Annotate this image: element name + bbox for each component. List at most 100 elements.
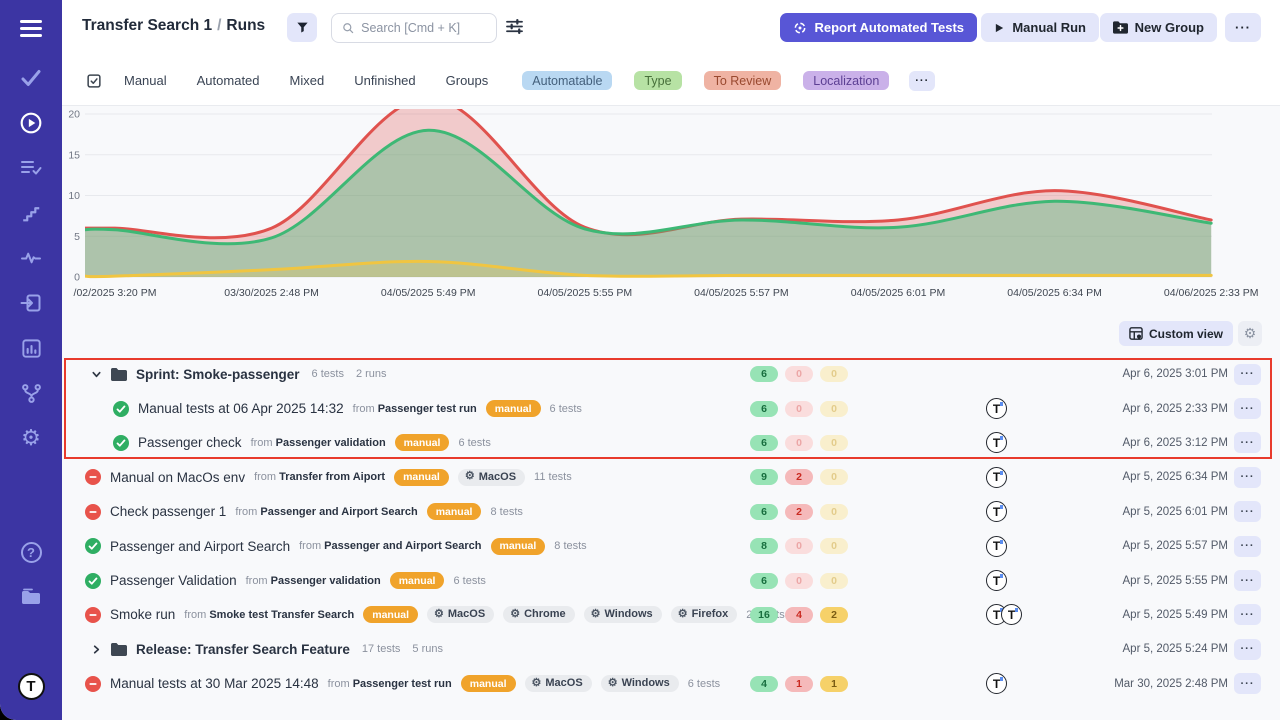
custom-view-button[interactable]: Custom view [1119, 321, 1233, 346]
group-row[interactable]: Sprint: Smoke-passenger6 tests2 runs600A… [62, 357, 1280, 391]
search-input[interactable] [361, 21, 486, 35]
sidebar-nav: ⚙ [18, 65, 44, 451]
environment-pill-chrome: ⚙Chrome [503, 606, 574, 623]
row-menu-button[interactable]: ··· [1234, 398, 1261, 419]
run-row[interactable]: Manual tests at 06 Apr 2025 14:32 from Pa… [62, 391, 1280, 425]
failed-count-badge: 1 [785, 676, 813, 692]
run-type-tag: manual [390, 572, 445, 589]
y-tick-label: 10 [68, 190, 80, 202]
run-title[interactable]: Passenger and Airport Search [110, 539, 290, 554]
breadcrumb-separator: / [217, 17, 221, 34]
collapse-group-button[interactable] [91, 369, 102, 380]
result-badges: 800 [750, 538, 848, 554]
group-row[interactable]: Release: Transfer Search Feature17 tests… [62, 632, 1280, 666]
passed-count-badge: 6 [750, 366, 778, 382]
breadcrumb-project[interactable]: Transfer Search 1 [82, 17, 212, 34]
tab-manual[interactable]: Manual [124, 73, 167, 88]
menu-icon[interactable] [20, 20, 42, 37]
environment-pill-windows: ⚙Windows [584, 606, 662, 623]
plans-icon[interactable] [18, 155, 44, 181]
row-menu-button[interactable]: ··· [1234, 364, 1261, 385]
projects-icon[interactable] [18, 584, 44, 610]
result-badges: 600 [750, 366, 848, 382]
assignee-avatars: T [986, 432, 1007, 453]
runs-chart-svg: 05101520/02/2025 3:20 PM03/30/2025 2:48 … [62, 106, 1280, 301]
x-tick-label: 04/05/2025 6:01 PM [851, 287, 946, 299]
sidebar-bottom: ? T [18, 539, 45, 720]
filter-tag-localization[interactable]: Localization [803, 71, 889, 90]
filter-tag-type[interactable]: Type [634, 71, 681, 90]
jobs-icon[interactable] [18, 200, 44, 226]
tab-unfinished[interactable]: Unfinished [354, 73, 415, 88]
runs-chart: 05101520/02/2025 3:20 PM03/30/2025 2:48 … [62, 106, 1280, 301]
branches-icon[interactable] [18, 380, 44, 406]
filter-tabs-bar: Manual Automated Mixed Unfinished Groups Aut… [62, 56, 1280, 105]
run-title[interactable]: Passenger Validation [110, 573, 237, 588]
run-row[interactable]: Check passenger 1from Passenger and Airp… [62, 495, 1280, 529]
row-menu-button[interactable]: ··· [1234, 570, 1261, 591]
run-source: from Passenger test run [353, 403, 477, 415]
more-filters-button[interactable]: ··· [909, 71, 935, 91]
run-tests-count: 6 tests [453, 575, 485, 587]
row-main: Manual on MacOs envfrom Transfer from Ai… [85, 469, 572, 486]
run-row[interactable]: Passenger checkfrom Passenger validation… [62, 426, 1280, 460]
gear-icon: ⚙ [591, 609, 601, 620]
row-menu-button[interactable]: ··· [1234, 467, 1261, 488]
row-menu-button[interactable]: ··· [1234, 639, 1261, 660]
help-icon[interactable]: ? [18, 539, 44, 565]
passed-count-badge: 6 [750, 435, 778, 451]
expand-group-button[interactable] [91, 644, 102, 655]
row-menu-button[interactable]: ··· [1234, 673, 1261, 694]
more-actions-button[interactable]: ··· [1225, 13, 1261, 42]
import-icon[interactable] [18, 290, 44, 316]
run-title[interactable]: Smoke run [110, 607, 175, 622]
new-group-button[interactable]: New Group [1100, 13, 1217, 42]
skipped-count-badge: 2 [820, 607, 848, 623]
settings-icon[interactable]: ⚙ [18, 425, 44, 451]
row-menu-button[interactable]: ··· [1234, 536, 1261, 557]
row-menu-button[interactable]: ··· [1234, 501, 1261, 522]
filter-button[interactable] [287, 13, 317, 42]
topbar: Transfer Search 1 / Runs Report Automated … [62, 0, 1280, 56]
display-settings-button[interactable] [505, 18, 524, 38]
tab-groups[interactable]: Groups [446, 73, 489, 88]
user-avatar[interactable]: T [18, 673, 45, 700]
run-title[interactable]: Manual tests at 06 Apr 2025 14:32 [138, 401, 344, 416]
run-title[interactable]: Check passenger 1 [110, 504, 226, 519]
run-date: Apr 5, 2025 6:01 PM [1123, 506, 1228, 518]
row-menu-button[interactable]: ··· [1234, 604, 1261, 625]
run-row[interactable]: Smoke runfrom Smoke test Transfer Search… [62, 598, 1280, 632]
run-row[interactable]: Manual on MacOs envfrom Transfer from Ai… [62, 460, 1280, 494]
select-all-icon[interactable] [85, 72, 103, 90]
row-menu-button[interactable]: ··· [1234, 432, 1261, 453]
group-title[interactable]: Release: Transfer Search Feature [136, 642, 350, 657]
run-title[interactable]: Passenger check [138, 435, 242, 450]
skipped-count-badge: 0 [820, 401, 848, 417]
pulse-icon[interactable] [18, 245, 44, 271]
result-badges: 920 [750, 469, 848, 485]
filter-tabs: Manual Automated Mixed Unfinished Groups [124, 73, 488, 88]
run-title[interactable]: Manual on MacOs env [110, 470, 245, 485]
manual-run-button[interactable]: Manual Run [981, 13, 1099, 42]
filter-tag-to-review[interactable]: To Review [704, 71, 782, 90]
y-tick-label: 20 [68, 109, 80, 121]
tab-automated[interactable]: Automated [197, 73, 260, 88]
runs-icon[interactable] [18, 110, 44, 136]
report-automated-tests-button[interactable]: Report Automated Tests [780, 13, 977, 42]
search-box[interactable] [331, 13, 497, 43]
row-main: Sprint: Smoke-passenger6 tests2 runs [91, 367, 387, 382]
filter-tag-automatable[interactable]: Automatable [522, 71, 612, 90]
run-row[interactable]: Manual tests at 30 Mar 2025 14:48from Pa… [62, 667, 1280, 701]
view-settings-button[interactable]: ⚙ [1238, 321, 1262, 346]
assignee-avatars: T [986, 536, 1007, 557]
run-row[interactable]: Passenger Validationfrom Passenger valid… [62, 563, 1280, 597]
run-title[interactable]: Manual tests at 30 Mar 2025 14:48 [110, 676, 319, 691]
sliders-icon [505, 18, 524, 35]
group-title[interactable]: Sprint: Smoke-passenger [136, 367, 300, 382]
analytics-icon[interactable] [18, 335, 44, 361]
tests-icon[interactable] [18, 65, 44, 91]
result-badges: 600 [750, 401, 848, 417]
run-row[interactable]: Passenger and Airport Searchfrom Passeng… [62, 529, 1280, 563]
breadcrumb-page: Runs [226, 17, 265, 34]
tab-mixed[interactable]: Mixed [290, 73, 325, 88]
